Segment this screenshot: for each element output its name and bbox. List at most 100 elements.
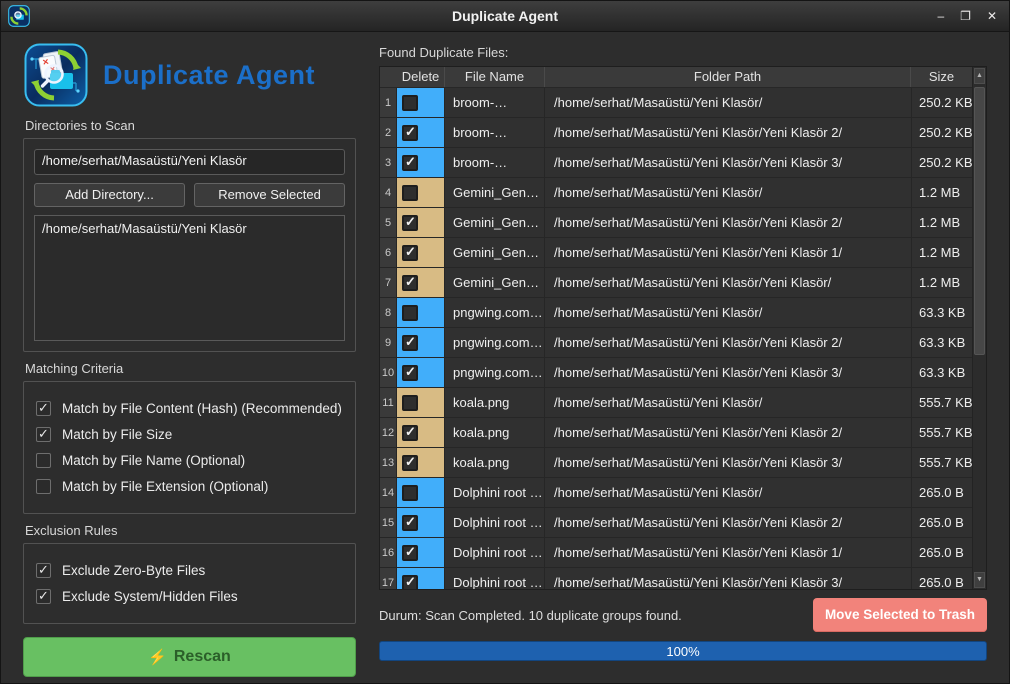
checkbox-row[interactable]: Match by File Extension (Optional) — [36, 477, 343, 496]
folder-path-cell: /home/serhat/Masaüstü/Yeni Klasör/Yeni K… — [545, 568, 912, 589]
size-column-header[interactable]: Size — [911, 67, 972, 87]
scroll-down-icon[interactable]: ▼ — [974, 572, 985, 588]
delete-cell[interactable] — [397, 538, 445, 567]
directory-path-input[interactable]: /home/serhat/Masaüstü/Yeni Klasör — [34, 149, 345, 175]
delete-cell[interactable] — [397, 418, 445, 447]
table-row[interactable]: 9pngwing.com…/home/serhat/Masaüstü/Yeni … — [380, 328, 972, 358]
delete-cell[interactable] — [397, 448, 445, 477]
delete-checkbox[interactable] — [402, 485, 418, 501]
table-row[interactable]: 14Dolphini root …/home/serhat/Masaüstü/Y… — [380, 478, 972, 508]
delete-cell[interactable] — [397, 508, 445, 537]
delete-checkbox[interactable] — [402, 305, 418, 321]
file-name-column-header[interactable]: File Name — [445, 67, 545, 87]
checkbox-row[interactable]: Exclude Zero-Byte Files — [36, 561, 343, 580]
delete-cell[interactable] — [397, 118, 445, 147]
table-row[interactable]: 10pngwing.com…/home/serhat/Masaüstü/Yeni… — [380, 358, 972, 388]
table-row[interactable]: 13koala.png/home/serhat/Masaüstü/Yeni Kl… — [380, 448, 972, 478]
checkbox[interactable] — [36, 563, 51, 578]
scrollbar-thumb[interactable] — [974, 87, 985, 355]
progress-bar: 100% — [379, 641, 987, 661]
title-bar: Duplicate Agent – ❐ ✕ — [1, 1, 1009, 32]
table-row[interactable]: 11koala.png/home/serhat/Masaüstü/Yeni Kl… — [380, 388, 972, 418]
delete-checkbox[interactable] — [402, 545, 418, 561]
checkbox[interactable] — [36, 479, 51, 494]
checkbox-row[interactable]: Exclude System/Hidden Files — [36, 587, 343, 606]
delete-checkbox[interactable] — [402, 515, 418, 531]
table-row[interactable]: 7Gemini_Gen…/home/serhat/Masaüstü/Yeni K… — [380, 268, 972, 298]
delete-cell[interactable] — [397, 478, 445, 507]
row-number: 17 — [380, 568, 397, 589]
delete-checkbox[interactable] — [402, 335, 418, 351]
delete-cell[interactable] — [397, 298, 445, 327]
folder-path-cell: /home/serhat/Masaüstü/Yeni Klasör/Yeni K… — [545, 448, 912, 477]
delete-checkbox[interactable] — [402, 95, 418, 111]
checkbox-row[interactable]: Match by File Content (Hash) (Recommende… — [36, 399, 343, 418]
delete-cell[interactable] — [397, 568, 445, 589]
row-number: 14 — [380, 478, 397, 507]
delete-checkbox[interactable] — [402, 185, 418, 201]
window-controls: – ❐ ✕ — [937, 10, 997, 22]
remove-selected-button[interactable]: Remove Selected — [194, 183, 345, 207]
size-cell: 63.3 KB — [912, 358, 972, 387]
row-number: 9 — [380, 328, 397, 357]
window-title: Duplicate Agent — [1, 8, 1009, 24]
table-row[interactable]: 5Gemini_Gen…/home/serhat/Masaüstü/Yeni K… — [380, 208, 972, 238]
table-row[interactable]: 3broom-…/home/serhat/Masaüstü/Yeni Klasö… — [380, 148, 972, 178]
delete-checkbox[interactable] — [402, 425, 418, 441]
delete-cell[interactable] — [397, 268, 445, 297]
left-panel: ✕ ✕ Duplicate Agent Directories to Scan … — [23, 41, 356, 684]
folder-path-cell: /home/serhat/Masaüstü/Yeni Klasör/ — [545, 478, 912, 507]
table-row[interactable]: 6Gemini_Gen…/home/serhat/Masaüstü/Yeni K… — [380, 238, 972, 268]
maximize-icon[interactable]: ❐ — [960, 10, 971, 22]
delete-checkbox[interactable] — [402, 125, 418, 141]
table-row[interactable]: 12koala.png/home/serhat/Masaüstü/Yeni Kl… — [380, 418, 972, 448]
checkbox-row[interactable]: Match by File Size — [36, 425, 343, 444]
delete-checkbox[interactable] — [402, 395, 418, 411]
file-name-cell: Dolphini root … — [445, 538, 545, 567]
delete-cell[interactable] — [397, 238, 445, 267]
checkbox[interactable] — [36, 589, 51, 604]
checkbox-label: Match by File Content (Hash) (Recommende… — [62, 401, 342, 416]
table-row[interactable]: 1broom-…/home/serhat/Masaüstü/Yeni Klasö… — [380, 88, 972, 118]
file-name-cell: broom-… — [445, 118, 545, 147]
checkbox[interactable] — [36, 453, 51, 468]
table-row[interactable]: 8pngwing.com…/home/serhat/Masaüstü/Yeni … — [380, 298, 972, 328]
delete-cell[interactable] — [397, 148, 445, 177]
table-row[interactable]: 4Gemini_Gen…/home/serhat/Masaüstü/Yeni K… — [380, 178, 972, 208]
close-icon[interactable]: ✕ — [987, 10, 997, 22]
delete-checkbox[interactable] — [402, 215, 418, 231]
table-row[interactable]: 2broom-…/home/serhat/Masaüstü/Yeni Klasö… — [380, 118, 972, 148]
delete-cell[interactable] — [397, 388, 445, 417]
scroll-up-icon[interactable]: ▲ — [974, 68, 985, 84]
delete-cell[interactable] — [397, 178, 445, 207]
delete-column-header[interactable]: Delete — [397, 67, 445, 87]
vertical-scrollbar[interactable]: ▲ ▼ — [972, 67, 986, 589]
delete-checkbox[interactable] — [402, 575, 418, 590]
rescan-label: Rescan — [174, 648, 231, 666]
delete-checkbox[interactable] — [402, 275, 418, 291]
table-row[interactable]: 15Dolphini root …/home/serhat/Masaüstü/Y… — [380, 508, 972, 538]
checkbox-row[interactable]: Match by File Name (Optional) — [36, 451, 343, 470]
folder-path-column-header[interactable]: Folder Path — [545, 67, 911, 87]
delete-checkbox[interactable] — [402, 245, 418, 261]
delete-cell[interactable] — [397, 358, 445, 387]
file-name-cell: koala.png — [445, 418, 545, 447]
table-row[interactable]: 16Dolphini root …/home/serhat/Masaüstü/Y… — [380, 538, 972, 568]
minimize-icon[interactable]: – — [937, 10, 944, 22]
add-directory-button[interactable]: Add Directory... — [34, 183, 185, 207]
delete-cell[interactable] — [397, 208, 445, 237]
table-row[interactable]: 17Dolphini root …/home/serhat/Masaüstü/Y… — [380, 568, 972, 589]
directory-list-item[interactable]: /home/serhat/Masaüstü/Yeni Klasör — [42, 219, 337, 238]
delete-checkbox[interactable] — [402, 155, 418, 171]
checkbox[interactable] — [36, 427, 51, 442]
file-name-cell: broom-… — [445, 88, 545, 117]
move-to-trash-button[interactable]: Move Selected to Trash — [813, 598, 987, 632]
delete-checkbox[interactable] — [402, 365, 418, 381]
delete-checkbox[interactable] — [402, 455, 418, 471]
delete-cell[interactable] — [397, 88, 445, 117]
rescan-button[interactable]: ⚡ Rescan — [23, 637, 356, 677]
delete-cell[interactable] — [397, 328, 445, 357]
checkbox[interactable] — [36, 401, 51, 416]
folder-path-cell: /home/serhat/Masaüstü/Yeni Klasör/Yeni K… — [545, 508, 912, 537]
directories-listbox[interactable]: /home/serhat/Masaüstü/Yeni Klasör — [34, 215, 345, 341]
